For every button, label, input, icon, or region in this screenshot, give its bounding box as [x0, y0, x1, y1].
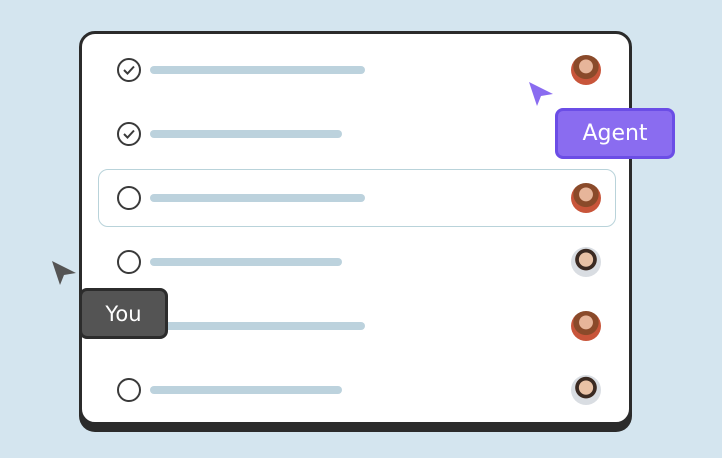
canvas: { "tasks": [ { "done": true, "assignee":… — [0, 0, 722, 458]
agent-avatar — [571, 55, 601, 85]
agent-avatar — [571, 311, 601, 341]
task-title-placeholder — [150, 386, 342, 394]
task-row-4[interactable] — [98, 233, 616, 291]
checkbox-checked-icon[interactable] — [117, 58, 141, 82]
checkbox-empty-icon[interactable] — [117, 378, 141, 402]
task-title-placeholder — [150, 194, 365, 202]
task-title-placeholder — [150, 130, 342, 138]
agent-cursor-label: Agent — [555, 108, 675, 159]
task-title-placeholder — [150, 66, 365, 74]
checkbox-checked-icon[interactable] — [117, 122, 141, 146]
task-row-3[interactable] — [98, 169, 616, 227]
you-avatar — [571, 375, 601, 405]
you-cursor-label: You — [79, 288, 168, 339]
task-row-6[interactable] — [98, 361, 616, 419]
task-title-placeholder — [150, 258, 342, 266]
task-row-5[interactable] — [98, 297, 616, 355]
task-title-placeholder — [150, 322, 365, 330]
task-row-2[interactable] — [98, 105, 616, 163]
you-cursor-icon — [52, 261, 76, 285]
agent-cursor-icon — [529, 82, 553, 106]
you-avatar — [571, 247, 601, 277]
agent-avatar — [571, 183, 601, 213]
checkbox-empty-icon[interactable] — [117, 186, 141, 210]
checkbox-empty-icon[interactable] — [117, 250, 141, 274]
